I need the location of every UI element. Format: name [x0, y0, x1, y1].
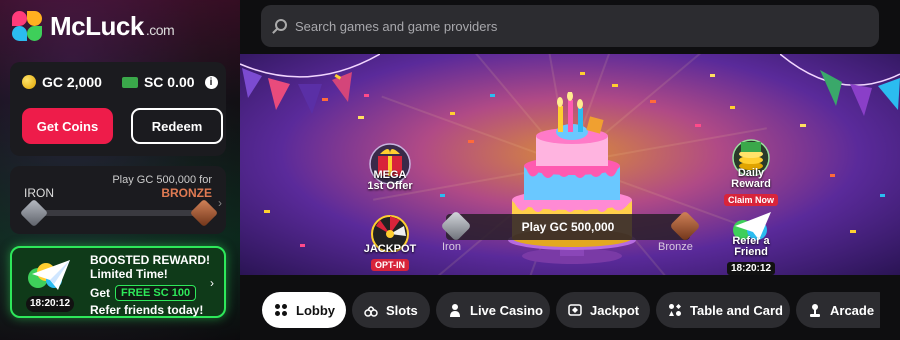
get-coins-button[interactable]: Get Coins: [22, 108, 113, 144]
cherry-icon: [364, 303, 378, 317]
birthday-cake-image: [508, 92, 636, 264]
refer-friend-button[interactable]: Refer a Friend 18:20:12: [718, 210, 784, 275]
free-sc-pill: FREE SC 100: [115, 285, 197, 301]
joystick-icon: [808, 303, 822, 317]
tab-label: Slots: [386, 302, 418, 318]
claim-now-tag: Claim Now: [723, 194, 778, 206]
tier-play-text: Play GC 500,000 for: [112, 174, 212, 186]
tier-play-bar: Play GC 500,000: [446, 214, 690, 240]
mega-line2: 1st Offer: [367, 180, 413, 192]
wallet-card: GC 2,000 SC 0.00 i Get Coins Redeem: [10, 62, 226, 156]
promo-title: BOOSTED REWARD!: [90, 253, 210, 267]
sweeps-cash-icon: [121, 76, 138, 88]
tab-label: Arcade: [830, 302, 875, 318]
refer-timer: 18:20:12: [726, 262, 776, 275]
bronze-gem-icon: [189, 198, 219, 228]
play-gc-text: Play GC 500,000: [521, 220, 615, 234]
tier-current: IRON: [24, 186, 54, 200]
jackpot-icon: [568, 303, 582, 317]
tier-next: BRONZE: [161, 186, 212, 200]
hero-banner[interactable]: MEGA 1st Offer JACKPOT OPT-IN Daily Rewa…: [240, 54, 900, 275]
tab-lobby[interactable]: Lobby: [262, 292, 346, 328]
sc-balance: SC 0.00: [143, 74, 195, 90]
tab-live-casino[interactable]: Live Casino: [436, 292, 550, 328]
refer-line2: Friend: [734, 246, 768, 258]
promo-offer: Get FREE SC 100: [90, 285, 197, 301]
tab-label: Live Casino: [470, 302, 543, 318]
gem-label-bronze: Bronze: [658, 241, 693, 253]
tab-label: Jackpot: [590, 302, 640, 318]
chevron-right-icon: ›: [218, 196, 222, 210]
balance-row: GC 2,000 SC 0.00 i: [22, 74, 218, 90]
grid-icon: [274, 303, 288, 317]
info-icon[interactable]: i: [204, 75, 218, 89]
promo-timer: 18:20:12: [26, 296, 74, 312]
brand-logo[interactable]: McLuck .com: [10, 9, 175, 43]
jackpot-opt-in-button[interactable]: JACKPOT OPT-IN: [358, 212, 422, 273]
chevron-right-icon: ›: [210, 276, 214, 290]
search-input[interactable]: [295, 15, 855, 37]
dealer-icon: [448, 303, 462, 317]
tier-progress-card[interactable]: Play GC 500,000 for IRON BRONZE ›: [10, 166, 226, 234]
daily-line2: Reward: [731, 178, 771, 190]
category-tabs: Lobby Slots Live Casino Jackpot Table an…: [262, 292, 880, 328]
daily-reward-button[interactable]: Daily Reward Claim Now: [718, 136, 784, 208]
gem-label-iron: Iron: [442, 241, 461, 253]
jackpot-optin-tag: OPT-IN: [370, 259, 409, 271]
tab-label: Lobby: [296, 302, 335, 318]
tab-slots[interactable]: Slots: [352, 292, 430, 328]
redeem-button[interactable]: Redeem: [131, 108, 223, 144]
gold-coin-icon: [22, 75, 36, 89]
paper-plane-icon: [28, 260, 70, 290]
clover-icon: [10, 9, 44, 43]
tab-table-and-card[interactable]: Table and Card: [656, 292, 790, 328]
iron-gem-icon: [19, 198, 49, 228]
tab-jackpot[interactable]: Jackpot: [556, 292, 650, 328]
promo-footer: Refer friends today!: [90, 303, 204, 317]
tab-arcade[interactable]: Arcade: [796, 292, 880, 328]
search-bar[interactable]: [261, 5, 879, 47]
cards-icon: [668, 303, 682, 317]
search-icon: [275, 19, 287, 31]
jackpot-line1: JACKPOT: [363, 243, 417, 255]
promo-subtitle: Limited Time!: [90, 267, 168, 281]
gc-balance: GC 2,000: [42, 74, 102, 90]
boosted-reward-promo[interactable]: 18:20:12 BOOSTED REWARD! Limited Time! G…: [10, 246, 226, 318]
brand-name: McLuck .com: [50, 10, 175, 41]
mega-offer-button[interactable]: MEGA 1st Offer: [358, 142, 422, 192]
tab-label: Table and Card: [690, 302, 783, 318]
sidebar: McLuck .com GC 2,000 SC 0.00 i Get Coins …: [0, 0, 240, 340]
tier-progress-bar: [32, 210, 204, 216]
